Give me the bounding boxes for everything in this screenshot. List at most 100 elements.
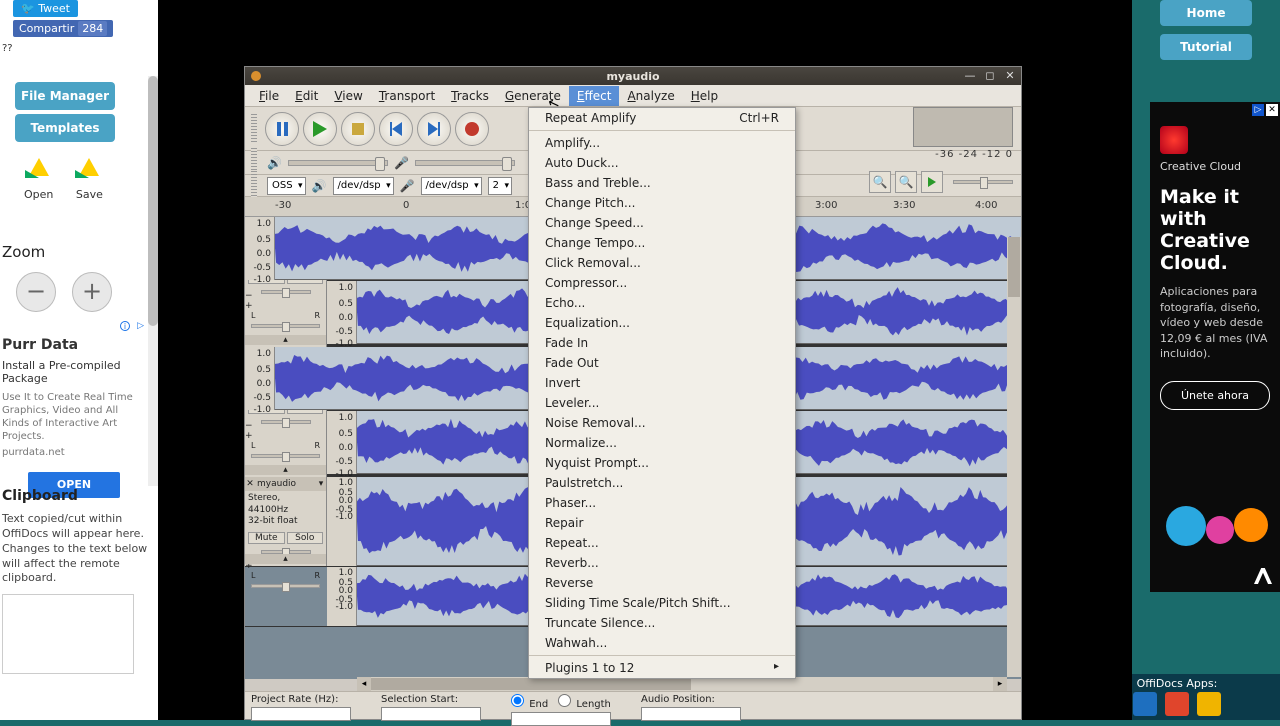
menu-item-equalization[interactable]: Equalization... [529, 313, 795, 333]
menu-item-fade-in[interactable]: Fade In [529, 333, 795, 353]
menu-item-sliding-time-scale-pitch-shift[interactable]: Sliding Time Scale/Pitch Shift... [529, 593, 795, 613]
menu-help[interactable]: Help [683, 86, 726, 106]
window-minimize-icon[interactable]: — [963, 69, 977, 81]
menu-transport[interactable]: Transport [371, 86, 443, 106]
project-rate-field[interactable] [251, 707, 351, 721]
vertical-scrollbar[interactable] [1007, 237, 1021, 677]
menu-item-paulstretch[interactable]: Paulstretch... [529, 473, 795, 493]
ad-info-icon[interactable]: ▷ [1252, 104, 1264, 116]
output-device-combo[interactable]: /dev/dsp [333, 177, 394, 195]
scroll-right-icon[interactable]: ▸ [993, 677, 1007, 691]
zoom-in-tool-icon[interactable]: 🔍 [869, 171, 891, 193]
menu-item-normalize[interactable]: Normalize... [529, 433, 795, 453]
menu-item-leveler[interactable]: Leveler... [529, 393, 795, 413]
selection-start-field[interactable] [381, 707, 481, 721]
collapse-icon[interactable]: ▴ [245, 554, 326, 564]
scrollbar-thumb[interactable] [148, 76, 158, 326]
menu-item-compressor[interactable]: Compressor... [529, 273, 795, 293]
play-tool-icon[interactable] [921, 171, 943, 193]
menu-item-noise-removal[interactable]: Noise Removal... [529, 413, 795, 433]
menu-item-invert[interactable]: Invert [529, 373, 795, 393]
channels-combo[interactable]: 2 [488, 177, 512, 195]
menu-effect[interactable]: Effect [569, 86, 620, 106]
solo-button[interactable]: Solo [287, 532, 324, 544]
menu-edit[interactable]: Edit [287, 86, 326, 106]
window-maximize-icon[interactable]: ◻ [983, 69, 997, 81]
play-button[interactable] [303, 112, 337, 146]
input-volume-slider[interactable] [415, 160, 515, 166]
menu-item-change-pitch[interactable]: Change Pitch... [529, 193, 795, 213]
window-titlebar[interactable]: myaudio — ◻ ✕ [245, 67, 1021, 85]
playback-speed-slider[interactable] [953, 180, 1013, 184]
templates-button[interactable]: Templates [15, 114, 115, 142]
track-menu-icon[interactable]: ▾ [316, 479, 326, 489]
ad-close-icon[interactable]: ▷ [137, 321, 144, 331]
menu-item-change-tempo[interactable]: Change Tempo... [529, 233, 795, 253]
menu-item-truncate-silence[interactable]: Truncate Silence... [529, 613, 795, 633]
length-radio[interactable]: Length [558, 694, 611, 710]
pan-slider[interactable] [251, 584, 320, 588]
app-icon[interactable] [1165, 692, 1189, 716]
cc-cta-button[interactable]: Únete ahora [1160, 381, 1270, 410]
clipboard-textarea[interactable] [2, 594, 134, 674]
mute-button[interactable]: Mute [248, 532, 285, 544]
menu-item-auto-duck[interactable]: Auto Duck... [529, 153, 795, 173]
menu-item-repeat[interactable]: Repeat... [529, 533, 795, 553]
skip-start-button[interactable] [379, 112, 413, 146]
menu-analyze[interactable]: Analyze [619, 86, 682, 106]
menu-item-phaser[interactable]: Phaser... [529, 493, 795, 513]
output-volume-slider[interactable] [288, 160, 388, 166]
menu-file[interactable]: File [251, 86, 287, 106]
menu-item-change-speed[interactable]: Change Speed... [529, 213, 795, 233]
level-meter[interactable] [913, 107, 1013, 147]
menu-item-click-removal[interactable]: Click Removal... [529, 253, 795, 273]
creative-cloud-ad[interactable]: ▷ ✕ Creative Cloud Make it with Creative… [1150, 102, 1280, 592]
menu-plugins[interactable]: Plugins 1 to 12 [529, 658, 795, 678]
file-manager-button[interactable]: File Manager [15, 82, 115, 110]
audio-position-field[interactable] [641, 707, 741, 721]
menu-item-nyquist-prompt[interactable]: Nyquist Prompt... [529, 453, 795, 473]
skip-end-button[interactable] [417, 112, 451, 146]
pause-button[interactable] [265, 112, 299, 146]
menu-item-reverb[interactable]: Reverb... [529, 553, 795, 573]
share-button[interactable]: Compartir284 [13, 20, 113, 37]
selection-end-field[interactable] [511, 712, 611, 726]
window-close-icon[interactable]: ✕ [1003, 69, 1017, 81]
ad-info-icon[interactable]: i [120, 321, 130, 331]
toolbar-grip[interactable] [251, 171, 257, 201]
ad-close-icon[interactable]: ✕ [1266, 104, 1278, 116]
stop-button[interactable] [341, 112, 375, 146]
zoom-in-button[interactable]: + [72, 272, 112, 312]
scroll-left-icon[interactable]: ◂ [357, 677, 371, 691]
menu-view[interactable]: View [326, 86, 370, 106]
input-device-combo[interactable]: /dev/dsp [421, 177, 482, 195]
menu-item-repair[interactable]: Repair [529, 513, 795, 533]
menu-item-reverse[interactable]: Reverse [529, 573, 795, 593]
save-button[interactable]: Save [75, 158, 103, 201]
menu-tracks[interactable]: Tracks [443, 86, 497, 106]
home-button[interactable]: Home [1160, 0, 1252, 26]
scrollbar-thumb[interactable] [371, 678, 691, 690]
sidebar-ad[interactable]: i ▷ Purr Data Install a Pre-compiled Pac… [0, 319, 148, 502]
sidebar-scrollbar[interactable] [148, 76, 158, 486]
horizontal-scrollbar[interactable]: ◂ ▸ [357, 677, 1007, 691]
menu-repeat-amplify[interactable]: Repeat AmplifyCtrl+R [529, 108, 795, 128]
tutorial-button[interactable]: Tutorial [1160, 34, 1252, 60]
menu-item-fade-out[interactable]: Fade Out [529, 353, 795, 373]
menu-item-wahwah[interactable]: Wahwah... [529, 633, 795, 653]
app-icon[interactable] [1133, 692, 1157, 716]
scrollbar-thumb[interactable] [1008, 237, 1020, 297]
tweet-button[interactable]: 🐦 Tweet [13, 0, 78, 17]
track-name[interactable]: myaudio [255, 479, 316, 489]
zoom-out-button[interactable]: − [16, 272, 56, 312]
menu-item-echo[interactable]: Echo... [529, 293, 795, 313]
open-button[interactable]: Open [24, 158, 53, 201]
record-button[interactable] [455, 112, 489, 146]
end-radio[interactable]: End [511, 694, 548, 710]
app-icon[interactable] [1197, 692, 1221, 716]
track-close-icon[interactable]: ✕ [245, 479, 255, 489]
toolbar-grip[interactable] [251, 114, 257, 144]
host-combo[interactable]: OSS [267, 177, 306, 195]
zoom-out-tool-icon[interactable]: 🔍 [895, 171, 917, 193]
menu-item-amplify[interactable]: Amplify... [529, 133, 795, 153]
